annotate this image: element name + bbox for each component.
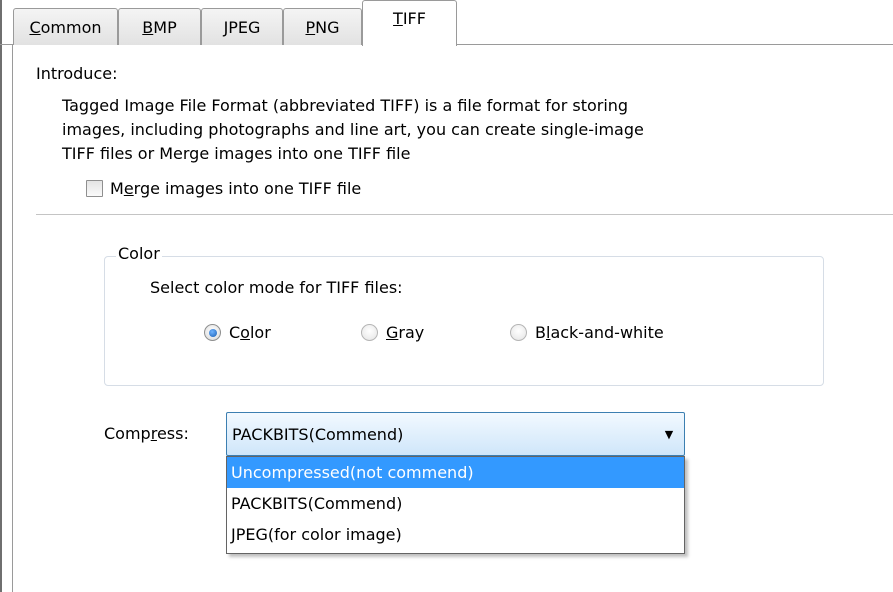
tab-jpeg[interactable]: J PEG bbox=[201, 8, 283, 45]
radio-gray[interactable]: Gray bbox=[361, 323, 424, 342]
radio-label[interactable]: Black-and-white bbox=[535, 323, 664, 342]
compress-select-value: PACKBITS(Commend) bbox=[232, 424, 404, 444]
label-mnemonic: o bbox=[240, 323, 250, 342]
compress-select[interactable]: PACKBITS(Commend) ▼ bbox=[226, 412, 685, 456]
tab-label-rest: NG bbox=[315, 17, 340, 37]
tab-tiff[interactable]: T IFF bbox=[362, 0, 457, 46]
merge-checkbox-row[interactable]: Merge images into one TIFF file bbox=[86, 179, 361, 198]
label-part: M bbox=[110, 179, 124, 198]
intro-title: Introduce: bbox=[36, 64, 118, 83]
label-part: B bbox=[535, 323, 546, 342]
tab-label-mnemonic: B bbox=[142, 17, 154, 37]
tab-label-rest: ommon bbox=[40, 17, 102, 37]
intro-line: TIFF files or Merge images into one TIFF… bbox=[62, 144, 411, 163]
label-part: C bbox=[229, 323, 241, 342]
radio-black-and-white[interactable]: Black-and-white bbox=[510, 323, 664, 342]
window-edge bbox=[0, 0, 2, 592]
label-part: rge images into one TIFF file bbox=[133, 179, 362, 198]
tab-label-rest: IFF bbox=[402, 9, 426, 28]
tab-label-rest: PEG bbox=[228, 17, 261, 37]
radio-button[interactable] bbox=[361, 324, 378, 341]
tab-strip-line bbox=[456, 44, 893, 45]
label-part: ray bbox=[398, 323, 425, 342]
radio-button[interactable] bbox=[510, 324, 527, 341]
merge-checkbox-label[interactable]: Merge images into one TIFF file bbox=[110, 179, 361, 198]
label-part: Comp bbox=[104, 424, 151, 443]
tab-label-mnemonic: P bbox=[305, 17, 316, 37]
radio-button-selected[interactable] bbox=[204, 324, 221, 341]
label-mnemonic: e bbox=[123, 179, 134, 198]
tab-strip: Common B MP J PEG P NG T IFF bbox=[0, 0, 893, 46]
label-part: lor bbox=[249, 323, 271, 342]
compress-label: Compress: bbox=[104, 424, 189, 443]
tab-label-mnemonic: T bbox=[393, 9, 403, 28]
intro-description: Tagged Image File Format (abbreviated TI… bbox=[62, 94, 762, 166]
label-part: ess: bbox=[156, 424, 189, 443]
color-group-description: Select color mode for TIFF files: bbox=[150, 278, 403, 297]
tab-label-mnemonic: C bbox=[29, 17, 41, 37]
label-mnemonic: G bbox=[386, 323, 399, 342]
intro-line: Tagged Image File Format (abbreviated TI… bbox=[62, 96, 629, 115]
tab-strip-line-left bbox=[0, 44, 12, 45]
dropdown-option-uncompressed[interactable]: Uncompressed(not commend) bbox=[227, 457, 684, 488]
radio-label[interactable]: Gray bbox=[386, 323, 424, 342]
chevron-down-icon[interactable]: ▼ bbox=[654, 428, 684, 441]
radio-label[interactable]: Color bbox=[229, 323, 271, 342]
radio-dot bbox=[208, 328, 217, 337]
label-part: ack-and-white bbox=[550, 323, 664, 342]
separator bbox=[36, 214, 893, 215]
tab-bmp[interactable]: B MP bbox=[118, 8, 201, 45]
tab-common[interactable]: Common bbox=[13, 8, 118, 45]
dropdown-option-jpeg[interactable]: JPEG(for color image) bbox=[227, 519, 684, 550]
color-groupbox bbox=[104, 256, 824, 386]
intro-line: images, including photographs and line a… bbox=[62, 120, 644, 139]
color-group-legend: Color bbox=[116, 244, 162, 263]
tab-label-rest: MP bbox=[153, 17, 177, 37]
dropdown-option-packbits[interactable]: PACKBITS(Commend) bbox=[227, 488, 684, 519]
compress-dropdown-list[interactable]: Uncompressed(not commend) PACKBITS(Comme… bbox=[226, 456, 685, 554]
tab-png[interactable]: P NG bbox=[283, 8, 362, 45]
radio-color[interactable]: Color bbox=[204, 323, 271, 342]
merge-checkbox[interactable] bbox=[86, 180, 103, 197]
panel-border bbox=[12, 44, 13, 592]
